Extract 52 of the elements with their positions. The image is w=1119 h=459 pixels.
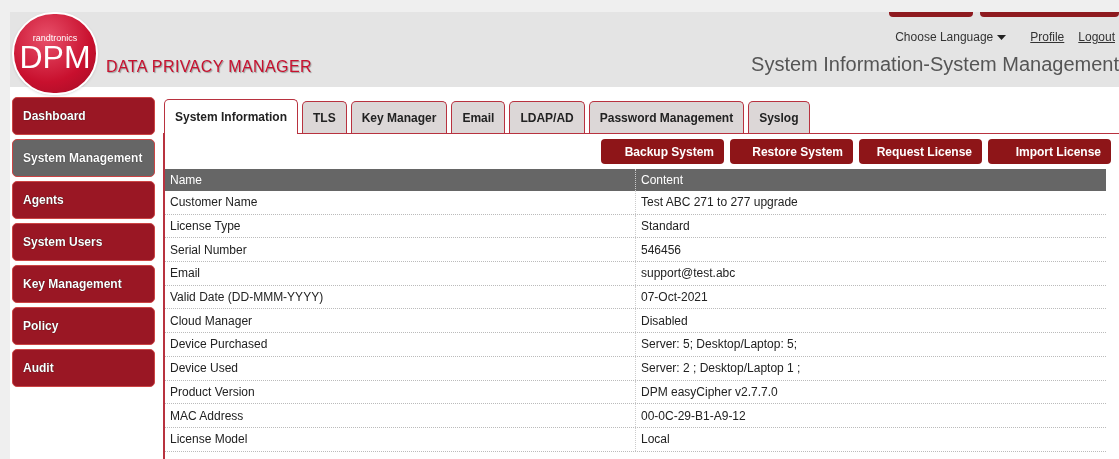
nav-item[interactable]: Agents: [12, 181, 155, 219]
column-header: Content: [635, 169, 1106, 191]
caret-icon: [997, 34, 1007, 40]
tab[interactable]: TLS: [302, 101, 347, 134]
product-name: DATA PRIVACY MANAGER: [106, 57, 312, 77]
action-button[interactable]: Import License: [988, 139, 1111, 164]
table-cell: 546456: [635, 238, 1106, 262]
table-cell: Test ABC 271 to 277 upgrade: [635, 191, 1106, 214]
nav-item[interactable]: Dashboard: [12, 97, 155, 135]
page-title: System Information-System Management: [751, 52, 1119, 77]
tab[interactable]: LDAP/AD: [509, 101, 585, 134]
header-button[interactable]: [980, 12, 1119, 17]
table-cell-text: License Model: [169, 431, 249, 449]
table-cell: support@test.abc: [635, 262, 1106, 285]
tab[interactable]: Password Management: [588, 101, 745, 134]
header-button[interactable]: [889, 12, 973, 17]
nav-item[interactable]: Audit: [12, 349, 155, 387]
table-cell-text: Device Used: [169, 360, 240, 378]
header-link[interactable]: Profile: [1030, 28, 1065, 46]
header-link[interactable]: Logout: [1078, 28, 1115, 46]
table-cell-text: Serial Number: [169, 241, 248, 259]
nav-item[interactable]: Key Management: [12, 265, 155, 303]
nav-item[interactable]: Policy: [12, 307, 155, 345]
table-cell: 07-Oct-2021: [635, 285, 1106, 309]
tab[interactable]: System Information: [164, 99, 299, 134]
tab[interactable]: Email: [451, 101, 506, 134]
table-cell-text: Product Version: [169, 383, 256, 401]
table-cell: DPM easyCipher v2.7.7.0: [635, 380, 1106, 404]
language-menu[interactable]: Choose Language: [895, 28, 1007, 46]
logo-text: DPM: [19, 41, 91, 73]
action-button[interactable]: Backup System: [601, 139, 724, 164]
tab[interactable]: Key Manager: [350, 101, 448, 134]
table-cell: Server: 2 ; Desktop/Laptop 1 ;: [635, 356, 1106, 380]
table-cell-text: Email: [169, 265, 201, 283]
logo-brand: randtronics: [32, 34, 78, 43]
table-cell: Standard: [635, 214, 1106, 238]
table-cell-text: Cloud Manager: [169, 312, 254, 330]
action-button[interactable]: Restore System: [730, 139, 853, 164]
table-cell-text: License Type: [169, 218, 242, 236]
nav-item[interactable]: System Management: [12, 139, 155, 177]
table-cell: Local: [635, 427, 1106, 451]
table-cell-text: MAC Address: [169, 407, 245, 425]
column-header: Name: [169, 172, 203, 189]
table-cell-text: Customer Name: [169, 194, 259, 212]
nav-item[interactable]: System Users: [12, 223, 155, 261]
tab[interactable]: Syslog: [748, 101, 810, 134]
table-cell: Disabled: [635, 309, 1106, 333]
table-cell-text: Device Purchased: [169, 336, 269, 354]
action-button[interactable]: Request License: [859, 139, 982, 164]
table-cell: Server: 5; Desktop/Laptop: 5;: [635, 333, 1106, 356]
table-cell: 00-0C-29-B1-A9-12: [635, 404, 1106, 427]
table-cell-text: Valid Date (DD-MMM-YYYY): [169, 289, 325, 307]
